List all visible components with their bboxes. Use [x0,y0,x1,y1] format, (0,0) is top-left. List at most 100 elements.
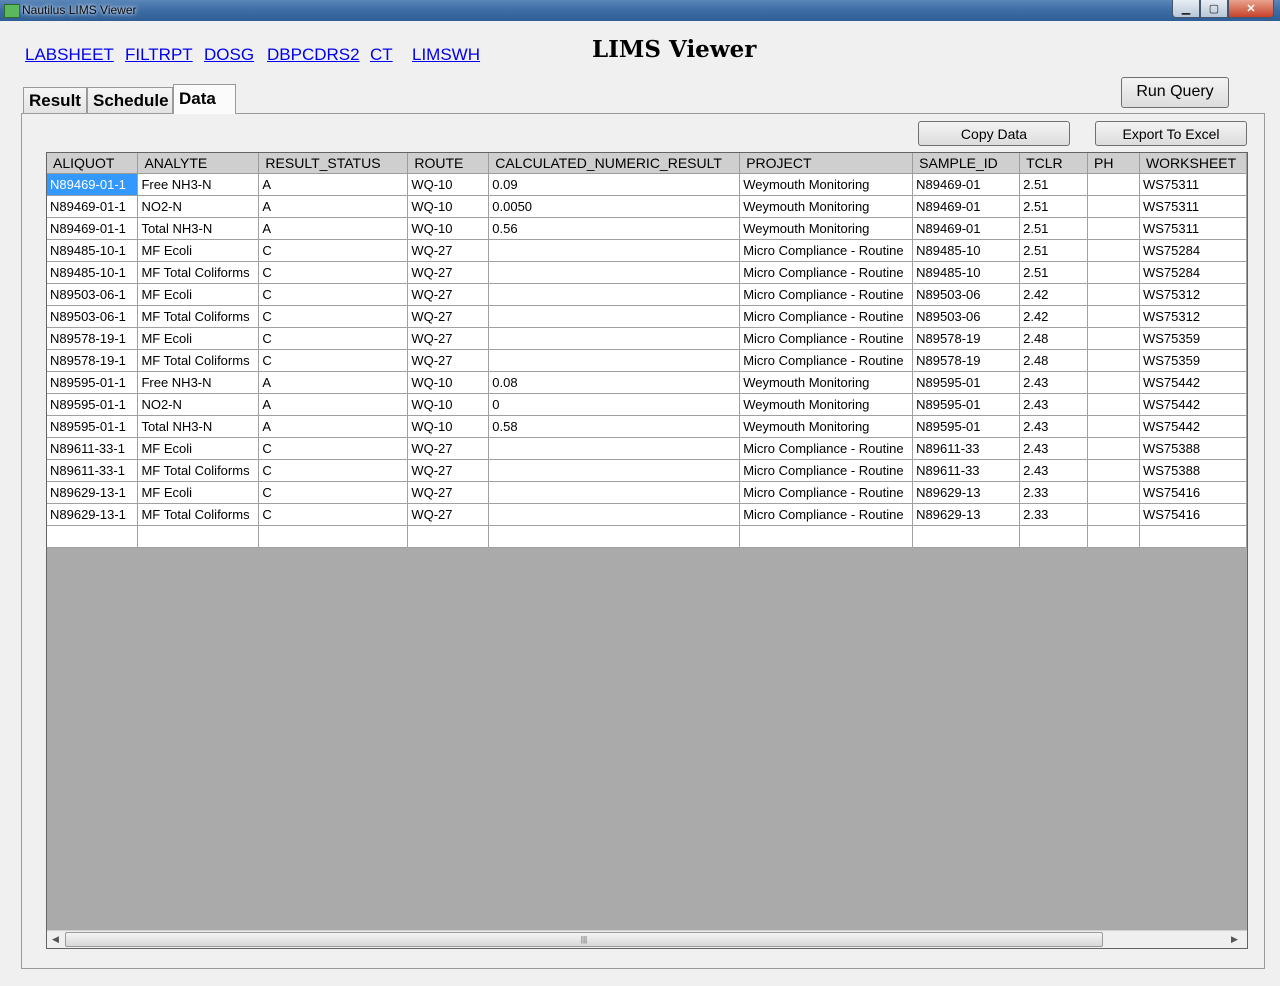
table-row[interactable]: N89469-01-1 NO2-N A WQ-10 0.0050 Weymouth Mon… [47,195,1247,218]
table-cell[interactable]: WS75442 [1139,393,1247,416]
table-cell[interactable]: 0.08 [488,371,741,394]
table-row[interactable]: N89611-33-1 MF Ecoli C WQ-27 Micro Complianc… [47,437,1247,460]
table-cell[interactable]: C [258,503,409,526]
table-cell[interactable]: 0.0050 [488,195,741,218]
table-cell[interactable]: WS75359 [1139,349,1247,372]
table-cell[interactable]: A [258,217,409,240]
table-cell[interactable]: MF Ecoli [137,481,260,504]
table-cell[interactable]: MF Total Coliforms [137,305,260,328]
table-cell[interactable]: WS75312 [1139,305,1247,328]
table-cell[interactable]: N89611-33 [912,459,1021,482]
table-cell[interactable]: 2.42 [1019,283,1089,306]
table-cell[interactable]: 2.51 [1019,195,1089,218]
table-cell[interactable]: A [258,393,409,416]
table-row[interactable]: N89485-10-1 MF Total Coliforms C WQ-27 Micro… [47,261,1247,284]
table-cell[interactable]: Micro Compliance - Routine [739,481,914,504]
table-cell[interactable]: 2.51 [1019,173,1089,196]
table-cell[interactable]: N89595-01-1 [47,393,139,416]
table-cell[interactable] [488,283,741,306]
table-cell[interactable]: N89469-01-1 [47,195,139,218]
table-cell[interactable] [1139,525,1247,548]
table-cell[interactable] [1087,217,1140,240]
table-cell[interactable] [488,261,741,284]
table-cell[interactable]: WS75388 [1139,459,1247,482]
table-cell[interactable]: WQ-27 [407,283,490,306]
table-cell[interactable] [258,525,409,548]
table-cell[interactable]: N89629-13 [912,481,1021,504]
table-cell[interactable]: C [258,305,409,328]
table-cell[interactable]: Weymouth Monitoring [739,195,914,218]
table-cell[interactable]: 2.51 [1019,217,1089,240]
column-header-project[interactable]: PROJECT [739,153,914,174]
table-cell[interactable] [137,525,260,548]
table-cell[interactable] [1087,195,1140,218]
table-cell[interactable]: N89629-13 [912,503,1021,526]
table-cell[interactable]: Total NH3-N [137,415,260,438]
table-cell[interactable]: N89485-10 [912,239,1021,262]
horizontal-scrollbar[interactable]: ◀ ||| ▶ [47,930,1247,948]
table-cell[interactable]: N89629-13-1 [47,503,139,526]
table-cell[interactable]: C [258,327,409,350]
column-header-worksheet[interactable]: WORKSHEET [1139,153,1247,174]
table-cell[interactable] [1087,437,1140,460]
table-cell[interactable]: 0.09 [488,173,741,196]
tab-result[interactable]: Result [23,87,87,113]
table-cell[interactable] [1087,371,1140,394]
table-cell[interactable]: WS75312 [1139,283,1247,306]
table-cell[interactable]: Micro Compliance - Routine [739,261,914,284]
table-cell[interactable] [488,481,741,504]
maximize-button[interactable]: ▢ [1200,0,1228,18]
table-cell[interactable]: WQ-10 [407,217,490,240]
table-cell[interactable]: N89485-10-1 [47,261,139,284]
table-cell[interactable] [1087,459,1140,482]
table-cell[interactable]: 2.48 [1019,327,1089,350]
table-cell[interactable] [488,437,741,460]
table-cell[interactable]: Weymouth Monitoring [739,371,914,394]
scroll-right-icon[interactable]: ▶ [1226,931,1243,948]
table-cell[interactable]: WQ-27 [407,503,490,526]
table-cell[interactable]: N89503-06-1 [47,305,139,328]
data-grid[interactable]: ALIQUOT ANALYTE RESULT_STATUS ROUTE CALCULAT… [46,152,1248,949]
table-cell[interactable]: Micro Compliance - Routine [739,283,914,306]
tab-schedule[interactable]: Schedule [87,87,173,113]
table-cell[interactable] [407,525,490,548]
table-cell[interactable]: A [258,195,409,218]
table-cell[interactable] [1087,305,1140,328]
table-cell[interactable]: WQ-27 [407,459,490,482]
table-cell[interactable]: 2.48 [1019,349,1089,372]
close-button[interactable]: ✕ [1228,0,1274,18]
table-cell[interactable]: N89503-06 [912,305,1021,328]
table-cell[interactable] [488,349,741,372]
table-cell[interactable]: N89629-13-1 [47,481,139,504]
column-header-analyte[interactable]: ANALYTE [137,153,260,174]
table-cell[interactable] [1019,525,1089,548]
table-row[interactable] [47,525,1247,548]
table-cell[interactable] [1087,349,1140,372]
column-header-ph[interactable]: PH [1087,153,1140,174]
table-cell[interactable]: WQ-27 [407,305,490,328]
table-cell[interactable]: A [258,415,409,438]
table-row[interactable]: N89611-33-1 MF Total Coliforms C WQ-27 Micro… [47,459,1247,482]
table-cell[interactable]: C [258,239,409,262]
table-cell[interactable]: NO2-N [137,195,260,218]
link-dbpcdrs2[interactable]: DBPCDRS2 [267,45,360,65]
table-cell[interactable] [1087,393,1140,416]
table-cell[interactable]: N89578-19 [912,327,1021,350]
table-cell[interactable] [1087,525,1140,548]
table-cell[interactable] [1087,415,1140,438]
table-cell[interactable]: WS75359 [1139,327,1247,350]
table-cell[interactable]: N89578-19-1 [47,349,139,372]
table-cell[interactable]: C [258,283,409,306]
column-header-tclr[interactable]: TCLR [1019,153,1089,174]
table-cell[interactable]: WS75284 [1139,261,1247,284]
table-cell[interactable]: MF Ecoli [137,437,260,460]
table-cell[interactable]: 0.58 [488,415,741,438]
table-cell[interactable]: 2.42 [1019,305,1089,328]
table-cell[interactable]: Weymouth Monitoring [739,393,914,416]
table-cell[interactable]: N89578-19-1 [47,327,139,350]
table-cell[interactable] [1087,283,1140,306]
table-cell[interactable]: Free NH3-N [137,173,260,196]
table-row[interactable]: N89469-01-1 Total NH3-N A WQ-10 0.56 Weymouth… [47,217,1247,240]
export-to-excel-button[interactable]: Export To Excel [1095,121,1247,146]
table-row[interactable]: N89578-19-1 MF Total Coliforms C WQ-27 Micro… [47,349,1247,372]
